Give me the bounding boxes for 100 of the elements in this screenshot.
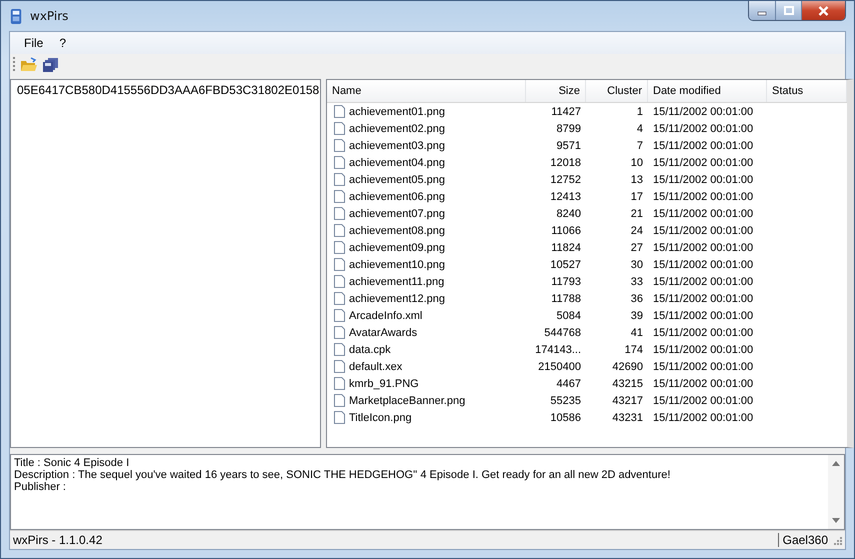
file-icon <box>334 360 345 373</box>
scroll-up-icon[interactable] <box>832 461 840 466</box>
file-name[interactable]: MarketplaceBanner.png <box>349 394 466 406</box>
table-cell: 15/11/2002 00:01:00 <box>653 378 754 390</box>
file-name[interactable]: achievement11.png <box>349 276 444 288</box>
close-icon <box>818 6 829 16</box>
file-name[interactable]: achievement08.png <box>349 224 446 236</box>
column-header[interactable]: Name <box>327 80 526 102</box>
table-cell: 5084 <box>556 310 581 322</box>
info-text-area[interactable]: Title : Sonic 4 Episode I Description : The sequel you've waited 16 years to see, SONIC THE HEDGEHOG'' 4 Episode I. Get ready for an all new 2D adventure! Publisher : <box>10 454 845 530</box>
file-name[interactable]: achievement09.png <box>349 242 446 254</box>
file-name[interactable]: data.cpk <box>349 344 391 356</box>
table-cell: 15/11/2002 00:01:00 <box>653 276 754 288</box>
column-header[interactable]: Cluster <box>586 80 648 102</box>
table-cell: 13 <box>630 174 643 186</box>
file-icon <box>334 275 345 288</box>
scroll-down-icon[interactable] <box>832 518 840 523</box>
file-name[interactable]: achievement01.png <box>349 106 446 118</box>
table-cell: 11427 <box>551 106 581 118</box>
table-cell: 12413 <box>550 190 581 202</box>
table-cell: 41 <box>630 326 643 338</box>
file-name[interactable]: AvatarAwards <box>349 326 418 338</box>
menu-item[interactable]: ? <box>51 34 74 52</box>
close-button[interactable] <box>801 1 845 20</box>
menu-item[interactable]: File <box>16 34 52 52</box>
table-cell: 15/11/2002 00:01:00 <box>653 326 754 338</box>
minimize-button[interactable] <box>749 1 775 20</box>
app-icon <box>9 8 24 24</box>
table-cell: 15/11/2002 00:01:00 <box>653 360 754 372</box>
table-cell: 43231 <box>612 412 643 424</box>
table-cell: 15/11/2002 00:01:00 <box>653 394 754 406</box>
table-cell: 15/11/2002 00:01:00 <box>653 224 754 236</box>
table-cell: 2150400 <box>538 360 581 372</box>
file-name[interactable]: achievement03.png <box>349 140 446 152</box>
info-line: Publisher : <box>14 481 66 493</box>
file-icon <box>334 377 345 390</box>
tree-label: 05E6417CB580D415556DD3AAA6FBD53C31802E0158 <box>17 82 320 96</box>
file-icon <box>334 190 345 203</box>
tree-item[interactable]: 05E6417CB580D415556DD3AAA6FBD53C31802E0158 <box>13 81 318 98</box>
file-icon <box>334 326 345 339</box>
info-line: Description : The sequel you've waited 16 years to see, SONIC THE HEDGEHOG'' 4 Episode I. Get ready for an all new 2D adventure! <box>14 469 670 481</box>
file-name[interactable]: TitleIcon.png <box>349 412 412 424</box>
table-cell: 11793 <box>551 276 581 288</box>
file-name[interactable]: achievement06.png <box>349 190 446 202</box>
file-icon <box>334 343 345 356</box>
resize-grip-icon[interactable] <box>832 535 842 545</box>
floppy-disks-icon[interactable] <box>41 56 61 74</box>
table-cell: 1 <box>636 106 643 118</box>
table-cell: 15/11/2002 00:01:00 <box>653 208 754 220</box>
table-cell: 33 <box>630 276 643 288</box>
file-name[interactable]: achievement02.png <box>349 122 446 134</box>
table-cell: 36 <box>630 292 643 304</box>
table-cell: 15/11/2002 00:01:00 <box>653 156 754 168</box>
table-cell: 11066 <box>551 224 581 236</box>
file-name[interactable]: achievement07.png <box>349 208 446 220</box>
file-name[interactable]: achievement05.png <box>349 174 446 186</box>
table-cell: 12018 <box>550 156 581 168</box>
window-title: wxPirs <box>30 9 68 23</box>
table-cell: 10 <box>630 156 643 168</box>
table-cell: 15/11/2002 00:01:00 <box>653 140 754 152</box>
file-name[interactable]: achievement04.png <box>349 156 446 168</box>
table-cell: 174143... <box>535 344 581 356</box>
maximize-icon <box>784 6 794 16</box>
table-cell: 15/11/2002 00:01:00 <box>653 412 754 424</box>
file-icon <box>334 309 345 322</box>
table-cell: 15/11/2002 00:01:00 <box>653 174 754 186</box>
column-header[interactable]: Status <box>767 80 847 102</box>
table-cell: 8240 <box>556 208 581 220</box>
table-cell: 15/11/2002 00:01:00 <box>653 258 754 270</box>
open-folder-icon[interactable] <box>19 56 39 74</box>
file-name[interactable]: kmrb_91.PNG <box>349 378 419 390</box>
file-name[interactable]: ArcadeInfo.xml <box>349 310 422 322</box>
file-name[interactable]: achievement10.png <box>349 258 446 270</box>
file-icon <box>334 224 345 237</box>
table-cell: 15/11/2002 00:01:00 <box>653 122 754 134</box>
status-text: Gael360 <box>778 533 832 547</box>
status-text: wxPirs - 1.1.0.42 <box>13 533 102 547</box>
file-icon <box>334 292 345 305</box>
table-cell: 15/11/2002 00:01:00 <box>653 292 754 304</box>
table-cell: 21 <box>630 208 643 220</box>
file-icon <box>334 258 345 271</box>
file-icon <box>334 394 345 407</box>
table-cell: 24 <box>630 224 643 236</box>
file-icon <box>334 173 345 186</box>
table-cell: 544768 <box>544 326 581 338</box>
table-cell: 11824 <box>551 242 581 254</box>
column-header[interactable]: Size <box>526 80 586 102</box>
file-icon <box>334 241 345 254</box>
file-name[interactable]: default.xex <box>349 360 402 372</box>
file-name[interactable]: achievement12.png <box>349 292 446 304</box>
table-cell: 11788 <box>551 292 581 304</box>
column-header[interactable]: Date modified <box>648 80 767 102</box>
table-cell: 4467 <box>556 378 581 390</box>
table-cell: 27 <box>630 242 643 254</box>
maximize-button[interactable] <box>775 1 801 20</box>
table-cell: 8799 <box>556 122 581 134</box>
table-cell: 10527 <box>550 258 581 270</box>
table-cell: 43217 <box>612 394 643 406</box>
table-cell: 4 <box>636 122 643 134</box>
table-cell: 12752 <box>550 174 581 186</box>
